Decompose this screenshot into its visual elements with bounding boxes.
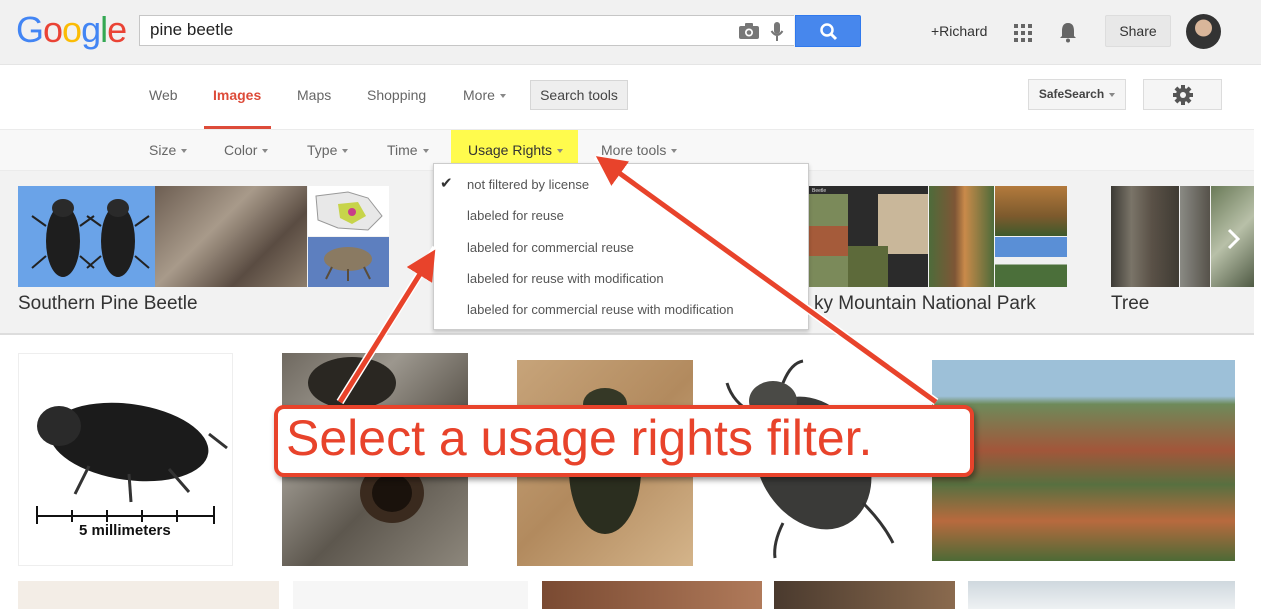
tab-maps[interactable]: Maps: [297, 87, 331, 103]
chevron-down-icon: [342, 149, 349, 154]
result-image[interactable]: [774, 581, 955, 609]
checkmark-icon: ✔: [440, 175, 453, 192]
type-filter-label: Type: [307, 142, 338, 158]
google-logo[interactable]: Google: [16, 9, 127, 50]
logo-letter: G: [16, 9, 44, 50]
menu-item-commercial-reuse-modification[interactable]: labeled for commercial reuse with modifi…: [467, 302, 734, 317]
color-filter-label: Color: [224, 142, 258, 158]
more-tools-label: More tools: [601, 142, 667, 158]
related-thumb[interactable]: [308, 237, 389, 287]
menu-item-reuse-modification[interactable]: labeled for reuse with modification: [467, 271, 664, 286]
related-search-label[interactable]: Tree: [1111, 293, 1149, 315]
beetle-image: [324, 247, 372, 281]
logo-letter: o: [62, 9, 82, 50]
poster-image: Beetle: [808, 188, 928, 287]
share-button[interactable]: Share: [1105, 15, 1171, 47]
result-image[interactable]: [932, 360, 1235, 561]
related-search-label[interactable]: Southern Pine Beetle: [18, 293, 198, 315]
scale-label: 5 millimeters: [79, 522, 171, 539]
related-thumb[interactable]: [929, 186, 994, 287]
menu-item-reuse[interactable]: labeled for reuse: [467, 208, 564, 223]
chevron-right-icon[interactable]: [1224, 226, 1244, 252]
svg-text:Beetle: Beetle: [812, 188, 826, 194]
search-tools-button[interactable]: Search tools: [530, 80, 628, 110]
chevron-down-icon: [671, 149, 678, 154]
related-thumb[interactable]: [1111, 186, 1179, 287]
settings-button[interactable]: [1143, 79, 1222, 110]
range-map-image: [315, 191, 383, 231]
apps-grid-icon[interactable]: [1014, 24, 1032, 42]
gear-icon: [1173, 85, 1193, 105]
tab-web[interactable]: Web: [149, 87, 178, 103]
microphone-icon[interactable]: [770, 21, 784, 43]
beetle-image: [31, 199, 150, 277]
active-tab-indicator: [204, 126, 271, 129]
related-search-label[interactable]: ky Mountain National Park: [814, 293, 1036, 315]
color-filter[interactable]: Color: [224, 142, 269, 158]
tab-more[interactable]: More: [463, 87, 506, 103]
annotation-text: Select a usage rights filter.: [286, 410, 873, 466]
logo-letter: l: [100, 9, 108, 50]
time-filter-label: Time: [387, 142, 418, 158]
chevron-down-icon: [499, 94, 506, 99]
chevron-down-icon: [422, 149, 429, 154]
type-filter[interactable]: Type: [307, 142, 349, 158]
result-image[interactable]: 5 millimeters: [18, 353, 233, 566]
camera-icon[interactable]: [738, 22, 760, 40]
related-thumb[interactable]: [995, 186, 1067, 236]
search-query-text[interactable]: pine beetle: [150, 20, 233, 40]
result-image[interactable]: [18, 581, 279, 609]
related-thumb[interactable]: [155, 186, 307, 287]
tab-more-label: More: [463, 87, 495, 103]
chevron-down-icon: [1109, 92, 1116, 97]
safesearch-label: SafeSearch: [1038, 87, 1105, 101]
related-thumb[interactable]: Beetle: [808, 186, 928, 287]
chevron-down-icon: [262, 149, 269, 154]
user-profile-link[interactable]: +Richard: [931, 23, 987, 39]
size-filter-label: Size: [149, 142, 177, 158]
menu-item-not-filtered[interactable]: not filtered by license: [467, 177, 589, 192]
size-filter[interactable]: Size: [149, 142, 188, 158]
logo-letter: e: [107, 9, 127, 50]
chevron-down-icon: [557, 149, 564, 154]
related-thumb[interactable]: [308, 186, 389, 236]
menu-item-commercial-reuse[interactable]: labeled for commercial reuse: [467, 240, 634, 255]
tab-shopping[interactable]: Shopping: [367, 87, 426, 103]
logo-letter: g: [81, 9, 101, 50]
result-image[interactable]: [293, 581, 528, 609]
related-thumb[interactable]: [18, 186, 155, 287]
result-image[interactable]: [542, 581, 762, 609]
search-button[interactable]: [795, 15, 861, 47]
time-filter[interactable]: Time: [387, 142, 429, 158]
magnifier-icon: [820, 23, 838, 41]
logo-letter: o: [43, 9, 63, 50]
chevron-down-icon: [181, 149, 188, 154]
avatar[interactable]: [1186, 14, 1221, 49]
usage-rights-label: Usage Rights: [468, 142, 553, 158]
safesearch-button[interactable]: SafeSearch: [1028, 79, 1126, 110]
related-thumb[interactable]: [995, 237, 1067, 287]
more-tools-filter[interactable]: More tools: [601, 142, 678, 158]
tab-images[interactable]: Images: [213, 87, 261, 103]
related-thumb[interactable]: [1180, 186, 1210, 287]
usage-rights-filter[interactable]: Usage Rights: [468, 142, 564, 158]
result-image[interactable]: [968, 581, 1235, 609]
notifications-bell-icon[interactable]: [1058, 21, 1078, 43]
search-input[interactable]: [139, 15, 794, 46]
